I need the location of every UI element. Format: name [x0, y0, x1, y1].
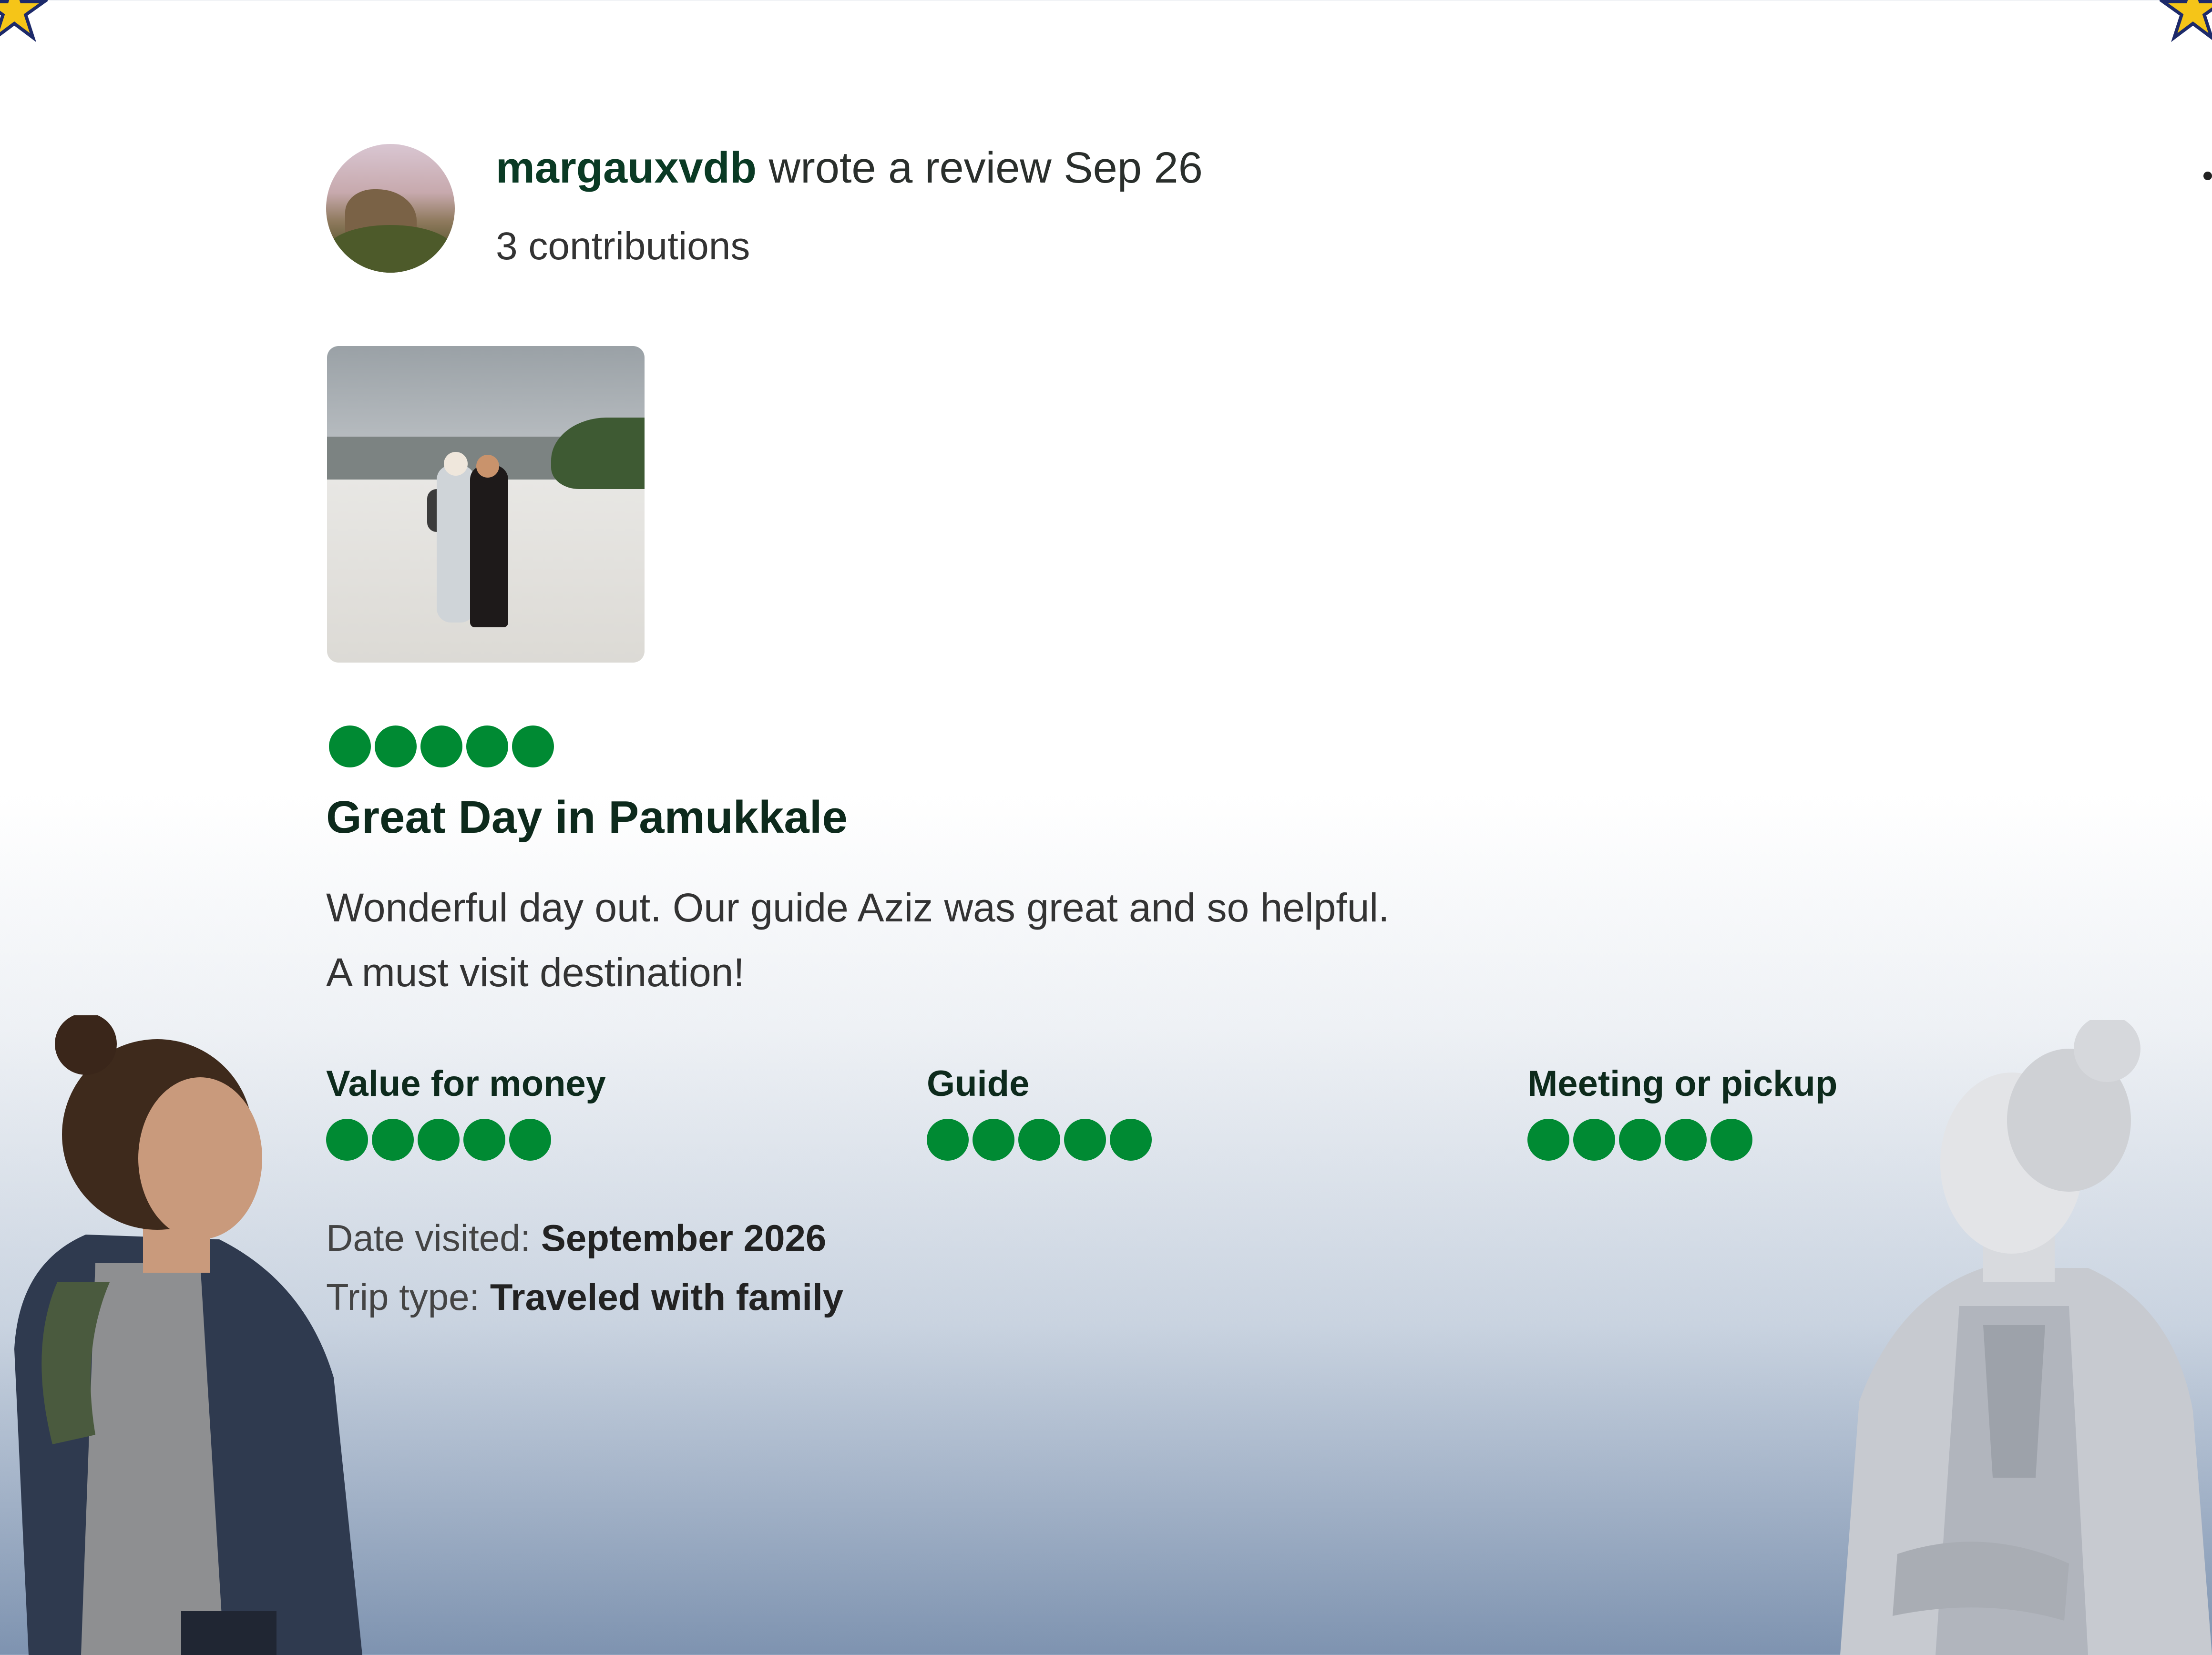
- subrating-label: Value for money: [326, 1063, 606, 1104]
- rating-bubbles: [329, 725, 554, 767]
- review-photo[interactable]: [327, 346, 645, 663]
- star-icon: [2160, 0, 2212, 42]
- subrating-bubbles: [326, 1119, 606, 1161]
- trip-type-value: Traveled with family: [490, 1276, 844, 1318]
- rating-bubble: [466, 725, 508, 767]
- contributions-count: 3 contributions: [496, 225, 750, 268]
- date-visited-value: September 2026: [541, 1217, 827, 1259]
- rating-bubble: [375, 725, 417, 767]
- subrating-meeting-or-pickup: Meeting or pickup: [1527, 1063, 1837, 1161]
- rating-bubble: [927, 1119, 969, 1161]
- trip-type: Trip type: Traveled with family: [326, 1276, 843, 1319]
- review-body-line: Wonderful day out. Our guide Aziz was gr…: [326, 885, 1390, 930]
- rating-bubble: [1619, 1119, 1661, 1161]
- subrating-label: Meeting or pickup: [1527, 1063, 1838, 1104]
- statue-figure: [1840, 1020, 2212, 1655]
- rating-bubble: [1527, 1119, 1569, 1161]
- subrating-bubbles: [1527, 1119, 1837, 1161]
- subrating-bubbles: [927, 1119, 1152, 1161]
- man-figure: [14, 1015, 362, 1655]
- review-action-text: wrote a review Sep 26: [768, 143, 1203, 192]
- subrating-value-for-money: Value for money: [326, 1063, 606, 1161]
- rating-bubble: [973, 1119, 1014, 1161]
- avatar[interactable]: [326, 144, 455, 273]
- review-body-line: A must visit destination!: [326, 950, 745, 995]
- more-options-icon[interactable]: [2203, 172, 2212, 180]
- review-header: margauxvdb wrote a review Sep 26: [496, 143, 1203, 193]
- rating-bubble: [329, 725, 371, 767]
- username-link[interactable]: margauxvdb: [496, 143, 757, 192]
- rating-bubble: [1064, 1119, 1106, 1161]
- date-visited: Date visited: September 2026: [326, 1216, 826, 1260]
- rating-bubble: [420, 725, 462, 767]
- rating-bubble: [1710, 1119, 1752, 1161]
- subrating-label: Guide: [927, 1063, 1030, 1104]
- rating-bubble: [372, 1119, 414, 1161]
- rating-bubble: [1573, 1119, 1615, 1161]
- rating-bubble: [509, 1119, 551, 1161]
- rating-bubble: [418, 1119, 460, 1161]
- subrating-guide: Guide: [927, 1063, 1152, 1161]
- star-icon: [0, 0, 48, 42]
- rating-bubble: [463, 1119, 505, 1161]
- rating-bubble: [1018, 1119, 1060, 1161]
- review-title[interactable]: Great Day in Pamukkale: [326, 791, 848, 844]
- review-body: Wonderful day out. Our guide Aziz was gr…: [326, 875, 1899, 1005]
- rating-bubble: [1665, 1119, 1707, 1161]
- rating-bubble: [512, 725, 554, 767]
- rating-bubble: [1110, 1119, 1152, 1161]
